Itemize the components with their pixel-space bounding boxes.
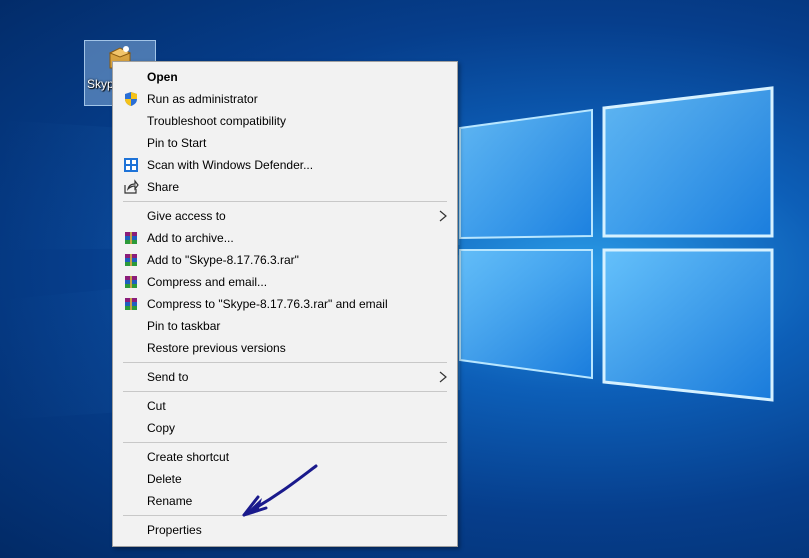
menu-item-open[interactable]: Open <box>113 66 457 88</box>
menu-item-copy[interactable]: Copy <box>113 417 457 439</box>
context-menu: Open Run as administrator Troubleshoot c… <box>112 61 458 547</box>
windows-defender-icon <box>124 158 138 172</box>
menu-item-delete[interactable]: Delete <box>113 468 457 490</box>
menu-item-label: Delete <box>147 472 182 486</box>
menu-item-compress-to-rar-and-email[interactable]: Compress to "Skype-8.17.76.3.rar" and em… <box>113 293 457 315</box>
menu-item-label: Compress to "Skype-8.17.76.3.rar" and em… <box>147 297 388 311</box>
winrar-icon <box>125 276 137 288</box>
menu-item-run-as-administrator[interactable]: Run as administrator <box>113 88 457 110</box>
menu-item-label: Troubleshoot compatibility <box>147 114 286 128</box>
winrar-icon <box>125 232 137 244</box>
menu-item-label: Cut <box>147 399 166 413</box>
menu-item-label: Create shortcut <box>147 450 230 464</box>
menu-item-add-to-archive[interactable]: Add to archive... <box>113 227 457 249</box>
menu-item-restore-previous-versions[interactable]: Restore previous versions <box>113 337 457 359</box>
menu-item-label: Open <box>147 70 178 84</box>
menu-item-pin-to-taskbar[interactable]: Pin to taskbar <box>113 315 457 337</box>
winrar-icon <box>125 298 137 310</box>
menu-item-cut[interactable]: Cut <box>113 395 457 417</box>
share-icon <box>124 179 139 194</box>
menu-item-share[interactable]: Share <box>113 176 457 198</box>
menu-item-scan-with-windows-defender[interactable]: Scan with Windows Defender... <box>113 154 457 176</box>
menu-item-label: Pin to Start <box>147 136 207 150</box>
menu-item-create-shortcut[interactable]: Create shortcut <box>113 446 457 468</box>
menu-item-label: Copy <box>147 421 176 435</box>
menu-item-properties[interactable]: Properties <box>113 519 457 541</box>
menu-item-label: Run as administrator <box>147 92 258 106</box>
menu-item-rename[interactable]: Rename <box>113 490 457 512</box>
menu-item-label: Add to "Skype-8.17.76.3.rar" <box>147 253 299 267</box>
menu-item-send-to[interactable]: Send to <box>113 366 457 388</box>
uac-shield-icon <box>125 92 137 106</box>
menu-item-label: Compress and email... <box>147 275 268 289</box>
menu-item-label: Restore previous versions <box>147 341 286 355</box>
menu-item-label: Share <box>147 180 180 194</box>
submenu-chevron-right-icon <box>439 210 447 222</box>
menu-item-pin-to-start[interactable]: Pin to Start <box>113 132 457 154</box>
menu-separator <box>123 442 447 443</box>
menu-item-label: Add to archive... <box>147 231 234 245</box>
menu-item-label: Rename <box>147 494 193 508</box>
menu-separator <box>123 391 447 392</box>
menu-item-label: Pin to taskbar <box>147 319 221 333</box>
menu-item-label: Properties <box>147 523 202 537</box>
menu-item-label: Give access to <box>147 209 226 223</box>
menu-item-troubleshoot-compatibility[interactable]: Troubleshoot compatibility <box>113 110 457 132</box>
menu-separator <box>123 515 447 516</box>
menu-separator <box>123 362 447 363</box>
menu-item-add-to-rar[interactable]: Add to "Skype-8.17.76.3.rar" <box>113 249 457 271</box>
winrar-icon <box>125 254 137 266</box>
menu-item-give-access-to[interactable]: Give access to <box>113 205 457 227</box>
desktop-background: Skype Open Run as administrator Troubles… <box>0 0 809 558</box>
submenu-chevron-right-icon <box>439 371 447 383</box>
menu-item-compress-and-email[interactable]: Compress and email... <box>113 271 457 293</box>
menu-separator <box>123 201 447 202</box>
menu-item-label: Scan with Windows Defender... <box>147 158 314 172</box>
menu-item-label: Send to <box>147 370 189 384</box>
